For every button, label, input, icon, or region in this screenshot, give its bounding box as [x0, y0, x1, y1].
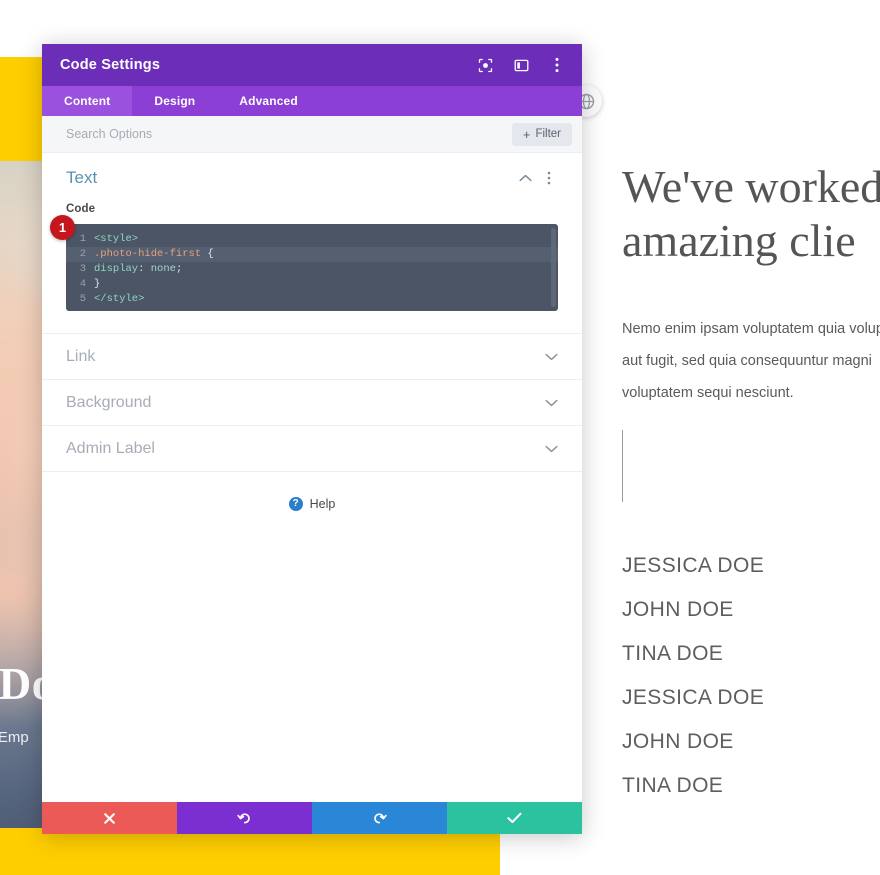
chevron-down-icon[interactable]	[545, 352, 558, 361]
modal-body: Text Code 1 1 <style> 2 .photo-hide-firs…	[42, 153, 582, 802]
modal-header: Code Settings	[42, 44, 582, 86]
line-number: 5	[79, 293, 86, 305]
section-admin-label-title: Admin Label	[66, 439, 155, 457]
section-link-title: Link	[66, 347, 96, 365]
code-token: display	[94, 263, 139, 275]
code-token: }	[94, 278, 101, 290]
chevron-up-icon[interactable]	[516, 169, 534, 187]
code-editor[interactable]: 1 <style> 2 .photo-hide-first { 3 displa…	[66, 224, 558, 311]
filter-button-label: Filter	[535, 128, 561, 140]
code-line: 4 }	[66, 277, 558, 292]
section-text-title: Text	[66, 168, 98, 187]
modal-footer	[42, 802, 582, 834]
tab-advanced[interactable]: Advanced	[217, 86, 320, 116]
section-background-title: Background	[66, 393, 152, 411]
code-settings-modal: Code Settings Content Design Advanced Se…	[42, 44, 582, 834]
code-line: 1 <style>	[66, 232, 558, 247]
code-editor-wrap: 1 1 <style> 2 .photo-hide-first { 3 disp…	[50, 215, 558, 311]
list-item: JOHN DOE	[622, 598, 734, 621]
content-paragraph: Nemo enim ipsam voluptatem quia voluptas…	[622, 321, 880, 401]
step-badge-1: 1	[50, 215, 75, 240]
chevron-down-icon[interactable]	[545, 444, 558, 453]
client-names-list: JESSICA DOE JOHN DOE TINA DOE JESSICA DO…	[622, 544, 880, 808]
line-number: 4	[79, 278, 86, 290]
plus-icon: +	[522, 126, 531, 142]
save-button[interactable]	[447, 802, 582, 834]
code-editor-scrollbar[interactable]	[551, 228, 556, 307]
code-token: <style>	[94, 233, 139, 245]
close-icon	[103, 812, 116, 825]
focus-target-icon[interactable]	[476, 56, 494, 74]
background-photo-subtitle: r of Emp	[0, 729, 29, 746]
chevron-down-icon[interactable]	[545, 398, 558, 407]
list-item: JESSICA DOE	[622, 686, 765, 709]
filter-button[interactable]: + Filter	[511, 122, 572, 146]
quote-divider-rule	[622, 430, 623, 502]
code-token: ;	[175, 263, 183, 275]
help-row[interactable]: ? Help	[42, 471, 582, 535]
line-number: 3	[79, 263, 86, 275]
screen-root: a Doe r of Emp We've worked amazing clie…	[0, 0, 880, 875]
search-input[interactable]	[66, 127, 512, 141]
code-line: 5 </style>	[66, 292, 558, 307]
code-field-label: Code	[66, 203, 96, 215]
list-item: TINA DOE	[622, 774, 724, 797]
more-vertical-icon[interactable]	[548, 56, 566, 74]
list-item: JOHN DOE	[622, 730, 734, 753]
section-admin-label[interactable]: Admin Label	[42, 425, 582, 471]
code-line: 2 .photo-hide-first {	[66, 247, 558, 262]
code-token: </style>	[94, 293, 145, 305]
section-link[interactable]: Link	[42, 333, 582, 379]
section-background[interactable]: Background	[42, 379, 582, 425]
code-line: 3 display : none ;	[66, 262, 558, 277]
undo-icon	[237, 811, 252, 826]
code-token: none	[150, 263, 176, 275]
check-icon	[507, 812, 522, 824]
page-content-column: We've worked amazing clie Nemo enim ipsa…	[622, 0, 880, 875]
tab-design[interactable]: Design	[132, 86, 217, 116]
search-row: + Filter	[42, 116, 582, 153]
list-item: JESSICA DOE	[622, 554, 765, 577]
modal-tabs: Content Design Advanced	[42, 86, 582, 116]
section-more-vertical-icon[interactable]	[540, 169, 558, 187]
code-token: .photo-hide-first	[94, 248, 202, 260]
modal-title: Code Settings	[60, 57, 161, 73]
help-question-icon: ?	[288, 496, 303, 511]
code-token: {	[201, 248, 214, 260]
cancel-button[interactable]	[42, 802, 177, 834]
background-yellow-band-bottom	[0, 828, 500, 875]
redo-button[interactable]	[312, 802, 447, 834]
undo-button[interactable]	[177, 802, 312, 834]
content-heading: We've worked amazing clie	[622, 161, 880, 266]
help-label: Help	[309, 496, 336, 511]
code-token: :	[138, 263, 151, 275]
list-item: TINA DOE	[622, 642, 724, 665]
redo-icon	[372, 811, 387, 826]
section-text: Text Code 1 1 <style> 2 .photo-hide-firs…	[42, 153, 582, 311]
tab-content[interactable]: Content	[42, 86, 133, 116]
layout-columns-icon[interactable]	[512, 56, 530, 74]
section-text-header[interactable]: Text	[66, 153, 558, 203]
line-number: 2	[79, 248, 86, 260]
modal-header-icons	[476, 56, 566, 74]
